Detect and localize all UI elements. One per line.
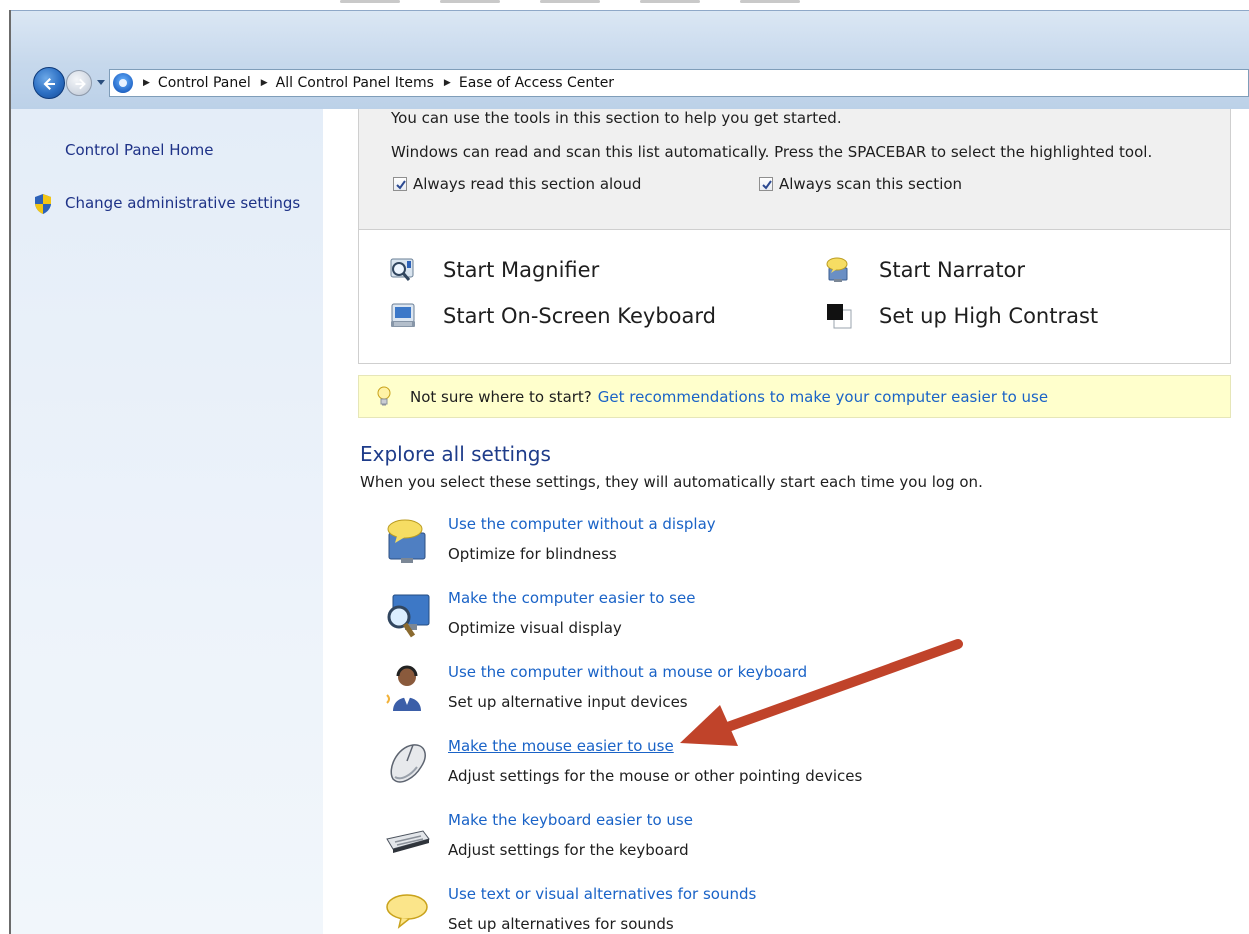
start-narrator-button[interactable]: Start Narrator	[825, 256, 1025, 284]
forward-arrow-icon	[75, 78, 86, 90]
ease-of-access-window: ▶ Control Panel ▶ All Control Panel Item…	[11, 10, 1249, 934]
keyboard-easier-desc: Adjust settings for the keyboard	[448, 841, 689, 859]
sound-alternatives-desc: Set up alternatives for sounds	[448, 915, 674, 933]
start-onscreen-keyboard-button[interactable]: Start On-Screen Keyboard	[389, 302, 716, 330]
magnifier-monitor-icon	[387, 594, 430, 638]
back-arrow-icon	[43, 78, 55, 90]
setting-item: Use the computer without a display Optim…	[363, 515, 1223, 575]
quick-access-intro: You can use the tools in this section to…	[391, 109, 842, 127]
start-narrator-label: Start Narrator	[879, 258, 1026, 282]
always-scan-checkbox[interactable]: Always scan this section	[759, 175, 962, 193]
always-scan-label: Always scan this section	[779, 175, 963, 193]
window-chrome: ▶ Control Panel ▶ All Control Panel Item…	[11, 11, 1249, 109]
left-pane: Control Panel Home Change administrative…	[11, 109, 323, 934]
display-speech-icon	[387, 519, 426, 563]
mouse-icon	[390, 744, 426, 783]
change-admin-settings-link[interactable]: Change administrative settings	[65, 194, 300, 212]
setting-item: Make the mouse easier to use Adjust sett…	[363, 737, 1223, 797]
lightbulb-icon	[377, 386, 391, 405]
breadcrumb-all-items[interactable]: All Control Panel Items	[276, 75, 434, 91]
easier-to-see-link[interactable]: Make the computer easier to see	[448, 589, 695, 607]
control-panel-home-link[interactable]: Control Panel Home	[65, 141, 214, 159]
breadcrumb-arrow-icon[interactable]: ▶	[143, 78, 150, 88]
explore-settings-subtitle: When you select these settings, they wil…	[360, 473, 983, 491]
setting-item: Make the computer easier to see Optimize…	[363, 589, 1223, 649]
quick-tools-panel: Start Magnifier Start Narrator Start On-…	[358, 229, 1231, 364]
setting-item: Use the computer without a mouse or keyb…	[363, 663, 1223, 723]
keyboard-easier-link[interactable]: Make the keyboard easier to use	[448, 811, 693, 829]
get-recommendations-link[interactable]: Get recommendations to make your compute…	[598, 388, 1048, 406]
back-button[interactable]	[33, 67, 65, 99]
setting-item: Use text or visual alternatives for soun…	[363, 885, 1223, 934]
without-mouse-keyboard-desc: Set up alternative input devices	[448, 693, 688, 711]
headset-user-icon	[386, 665, 421, 711]
checkbox-checked-icon[interactable]	[759, 177, 773, 191]
forward-button[interactable]	[66, 70, 92, 96]
mouse-easier-link[interactable]: Make the mouse easier to use	[448, 737, 674, 755]
recent-pages-icon[interactable]	[95, 75, 107, 89]
keyboard-icon	[386, 830, 430, 853]
recommendation-bar: Not sure where to start? Get recommendat…	[358, 375, 1231, 418]
high-contrast-icon	[827, 304, 852, 329]
hint-text: Not sure where to start?	[410, 387, 592, 406]
clipped-toolbar	[340, 0, 940, 10]
quick-access-instructions: Windows can read and scan this list auto…	[391, 143, 1153, 161]
sound-alternatives-link[interactable]: Use text or visual alternatives for soun…	[448, 885, 756, 903]
breadcrumb-arrow-icon[interactable]: ▶	[261, 78, 268, 88]
start-magnifier-label: Start Magnifier	[443, 258, 600, 282]
speech-bubble-icon	[386, 894, 428, 929]
explore-settings-heading: Explore all settings	[360, 442, 551, 466]
checkbox-checked-icon[interactable]	[393, 177, 407, 191]
always-read-checkbox[interactable]: Always read this section aloud	[393, 175, 641, 193]
navigation-bar: ▶ Control Panel ▶ All Control Panel Item…	[27, 65, 1249, 99]
start-magnifier-button[interactable]: Start Magnifier	[389, 256, 599, 284]
breadcrumb-control-panel[interactable]: Control Panel	[158, 75, 251, 91]
quick-access-panel: You can use the tools in this section to…	[358, 109, 1231, 229]
breadcrumb-arrow-icon[interactable]: ▶	[444, 78, 451, 88]
without-mouse-keyboard-link[interactable]: Use the computer without a mouse or keyb…	[448, 663, 807, 681]
uac-shield-icon	[35, 194, 51, 214]
setup-high-contrast-label: Set up High Contrast	[879, 304, 1099, 328]
narrator-icon	[826, 257, 848, 282]
main-content: You can use the tools in this section to…	[323, 109, 1249, 934]
use-without-display-link[interactable]: Use the computer without a display	[448, 515, 716, 533]
mouse-easier-desc: Adjust settings for the mouse or other p…	[448, 767, 863, 785]
setting-item: Make the keyboard easier to use Adjust s…	[363, 811, 1223, 871]
setup-high-contrast-button[interactable]: Set up High Contrast	[825, 302, 1098, 330]
address-bar[interactable]: ▶ Control Panel ▶ All Control Panel Item…	[109, 69, 1249, 97]
onscreen-keyboard-icon	[391, 303, 415, 327]
magnifier-icon	[390, 258, 414, 281]
breadcrumb-ease-of-access[interactable]: Ease of Access Center	[459, 75, 614, 91]
control-panel-icon	[113, 73, 133, 93]
start-onscreen-keyboard-label: Start On-Screen Keyboard	[443, 304, 716, 328]
easier-to-see-desc: Optimize visual display	[448, 619, 622, 637]
use-without-display-desc: Optimize for blindness	[448, 545, 617, 563]
always-read-label: Always read this section aloud	[413, 175, 642, 193]
